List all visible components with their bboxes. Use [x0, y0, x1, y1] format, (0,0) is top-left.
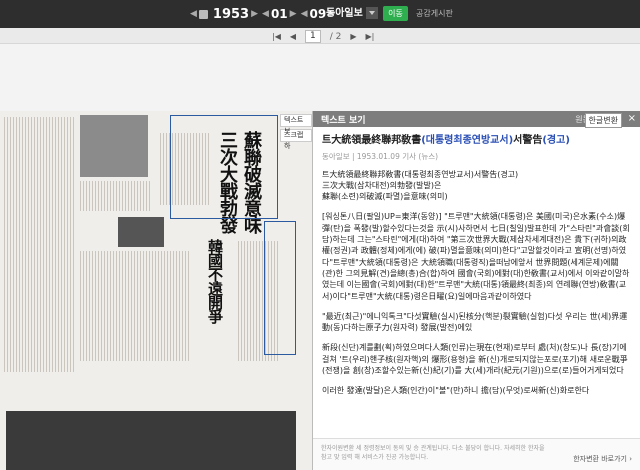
next-page-icon[interactable]: ▶	[350, 32, 356, 41]
article-highlight-box[interactable]	[170, 115, 278, 219]
calendar-icon[interactable]	[198, 9, 208, 19]
newspaper-scan[interactable]: 三次大戰勃發 蘇聯破滅意味 韓國不遠開爭	[0, 111, 312, 470]
pager: |◀ ◀ 1 / 2 ▶ ▶|	[272, 30, 374, 43]
article-meta: 동아일보 | 1953.01.09 기사 (뉴스)	[322, 152, 439, 162]
share-board-link[interactable]: 공감게시판	[416, 8, 453, 19]
month-next-arrow-icon[interactable]: ▶	[290, 9, 297, 19]
panel-header: 텍스트 보기 원문 한글변환 ×	[313, 111, 640, 128]
prev-page-icon[interactable]: ◀	[290, 32, 296, 41]
text-view-tab[interactable]: 텍스트 보	[280, 114, 312, 135]
advertisement-image	[6, 411, 296, 470]
article-paragraph: 新段(신단)계를劃(획)하였으며다人類(인류)는現在(현재)로부터 處(처)(창…	[322, 343, 628, 376]
current-page-input[interactable]: 1	[305, 30, 321, 43]
text-column	[4, 117, 76, 372]
scrap-tab[interactable]: 스크랩 하	[280, 129, 312, 150]
photo	[118, 217, 164, 247]
text-column	[80, 181, 150, 211]
side-tabs: 텍스트 보 스크랩 하	[280, 114, 312, 150]
month-prev-arrow-icon[interactable]: ◀	[262, 9, 269, 19]
date-selector: ◀ 1953 ▶ ◀ 01 ▶ ◀ 09 ▶	[188, 3, 337, 25]
hangul-convert-tab[interactable]: 한글변환	[584, 113, 622, 128]
text-view-panel: 텍스트 보기 원문 한글변환 × 트大統領最終聯邦敎書(대통령최종연방교서)서警…	[312, 111, 640, 470]
article-line: 蘇聯(소련)의破滅(파멸)을意味(의미)	[322, 192, 448, 202]
day-prev-arrow-icon[interactable]: ◀	[301, 9, 308, 19]
footer-note: 한자이원변환 세 정령정보이 동의 및 승 관계됩니다. 다소 불당이 합니다.…	[321, 445, 545, 461]
last-page-icon[interactable]: ▶|	[366, 32, 375, 41]
chevron-down-icon[interactable]	[365, 7, 378, 19]
article-body: 트大統領最終聯邦敎書(대통령최종연방교서)서警告(경고) 동아일보 | 1953…	[313, 127, 640, 397]
first-page-icon[interactable]: |◀	[272, 32, 281, 41]
article-highlight-box[interactable]	[264, 221, 296, 355]
top-toolbar: ◀ 1953 ▶ ◀ 01 ▶ ◀ 09 ▶ 동아일보 이동 공감게시판	[0, 0, 640, 28]
article-paragraph: [워싱톤八日(팔일)UP=東洋(동양)] "트루맨"大統領(대통령)은 美國(미…	[322, 212, 630, 301]
publisher-label: 동아일보	[326, 8, 363, 19]
photo	[80, 115, 148, 177]
prev-year-arrow-icon[interactable]: ◀	[190, 9, 197, 19]
year-value[interactable]: 1953	[213, 7, 249, 22]
article-line: 三次大戰(삼차대전)의勃發(발발)은	[322, 180, 442, 190]
go-button[interactable]: 이동	[383, 6, 408, 21]
headline: 韓國不遠開爭	[206, 239, 224, 323]
text-column	[80, 251, 190, 361]
hanja-convert-link[interactable]: 한자변환 바로가기 ›	[573, 455, 632, 464]
total-pages: / 2	[329, 31, 342, 42]
close-icon[interactable]: ×	[628, 113, 636, 124]
panel-footer: 한자이원변환 세 정령정보이 동의 및 승 관계됩니다. 다소 불당이 합니다.…	[313, 438, 640, 470]
article-title: 트大統領最終聯邦敎書(대통령최종연방교서)서警告(경고)	[322, 135, 570, 146]
article-paragraph: 이러한 發達(발달)은人類(인간)이"볼"(만)하니 擔(담)(무엇)로써新(신…	[322, 386, 590, 396]
pager-bar: |◀ ◀ 1 / 2 ▶ ▶|	[0, 28, 640, 44]
month-value[interactable]: 01	[271, 7, 288, 21]
day-value[interactable]: 09	[310, 7, 327, 21]
publisher-select[interactable]: 동아일보	[326, 4, 378, 19]
article-line: 트大統領最終聯邦敎書(대통령최종연방교서)서警告(경고)	[322, 169, 519, 179]
year-next-arrow-icon[interactable]: ▶	[251, 9, 258, 19]
article-paragraph: "最近(최근)"에니익톡크"다섯實驗(실시)된核分(핵분)裂實驗(실험)다섯 우…	[322, 311, 628, 333]
panel-title: 텍스트 보기	[321, 115, 366, 126]
